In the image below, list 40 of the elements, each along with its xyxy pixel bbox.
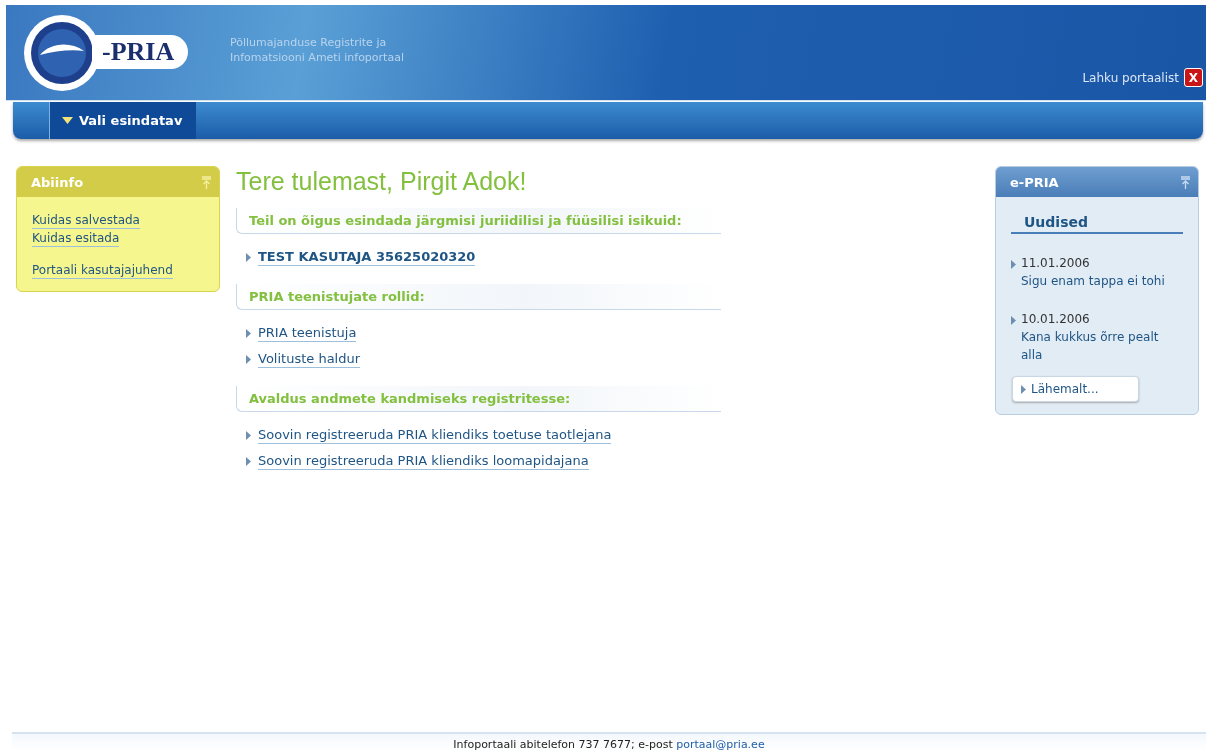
pin-icon[interactable] (202, 175, 211, 189)
arrow-icon (246, 253, 251, 262)
news-date: 10.01.2006 (1021, 311, 1091, 328)
welcome-title: Tere tulemast, Pirgit Adok! (236, 166, 528, 196)
caret-icon (62, 117, 73, 124)
section-heading: Teil on õigus esindada järgmisi juriidilisi ja füüsilisi isikuid: (236, 208, 721, 234)
arrow-icon (1011, 260, 1016, 269)
logout-link[interactable]: Lahku portaalist X (1082, 68, 1203, 87)
help-link[interactable]: Kuidas salvestada (32, 213, 140, 229)
news-heading: Uudised (1011, 214, 1183, 234)
news-date: 11.01.2006 (1021, 255, 1091, 272)
help-link[interactable]: Kuidas esitada (32, 231, 120, 247)
pin-icon[interactable] (1181, 175, 1190, 189)
footer-text: Infoportaali abitelefon 737 7677; e-post (453, 738, 674, 751)
news-link[interactable]: Kana kukkus õrre pealt alla (1021, 328, 1166, 364)
menu-link[interactable]: Soovin registreeruda PRIA kliendiks loomapidajana (258, 453, 589, 470)
section-heading: Avaldus andmete kandmiseks registritesse: (236, 386, 721, 412)
logo-text: -PRIA (92, 35, 189, 69)
menu-link[interactable]: Volituste haldur (258, 351, 361, 368)
arrow-icon (1011, 316, 1016, 325)
nav-menu-item[interactable]: Vali esindatav (49, 102, 197, 139)
tagline: Infomatsiooni Ameti infoportaal (230, 50, 404, 65)
arrow-icon (246, 355, 251, 364)
menu-link[interactable]: TEST KASUTAJA 35625020320 (258, 249, 476, 266)
news-link[interactable]: Sigu enam tappa ei tohi (1021, 272, 1166, 290)
more-button[interactable]: Lähemalt... (1012, 376, 1139, 402)
menu-link[interactable]: Soovin registreeruda PRIA kliendiks toetuse taotlejana (258, 427, 612, 444)
arrow-icon (246, 431, 251, 440)
tagline: Põllumajanduse Registrite ja (230, 35, 388, 50)
arrow-icon (246, 457, 251, 466)
panel-title: Abiinfo (31, 174, 84, 190)
close-icon[interactable]: X (1184, 68, 1203, 87)
section-heading: PRIA teenistujate rollid: (236, 284, 721, 310)
help-link[interactable]: Portaali kasutajajuhend (32, 263, 173, 279)
arrow-icon (1021, 384, 1026, 394)
email-link[interactable]: portaal@pria.ee (676, 738, 765, 751)
logo[interactable]: -PRIA (22, 13, 202, 91)
arrow-icon (246, 329, 251, 338)
panel-title: e-PRIA (1010, 174, 1059, 190)
menu-link[interactable]: PRIA teenistuja (258, 325, 357, 342)
